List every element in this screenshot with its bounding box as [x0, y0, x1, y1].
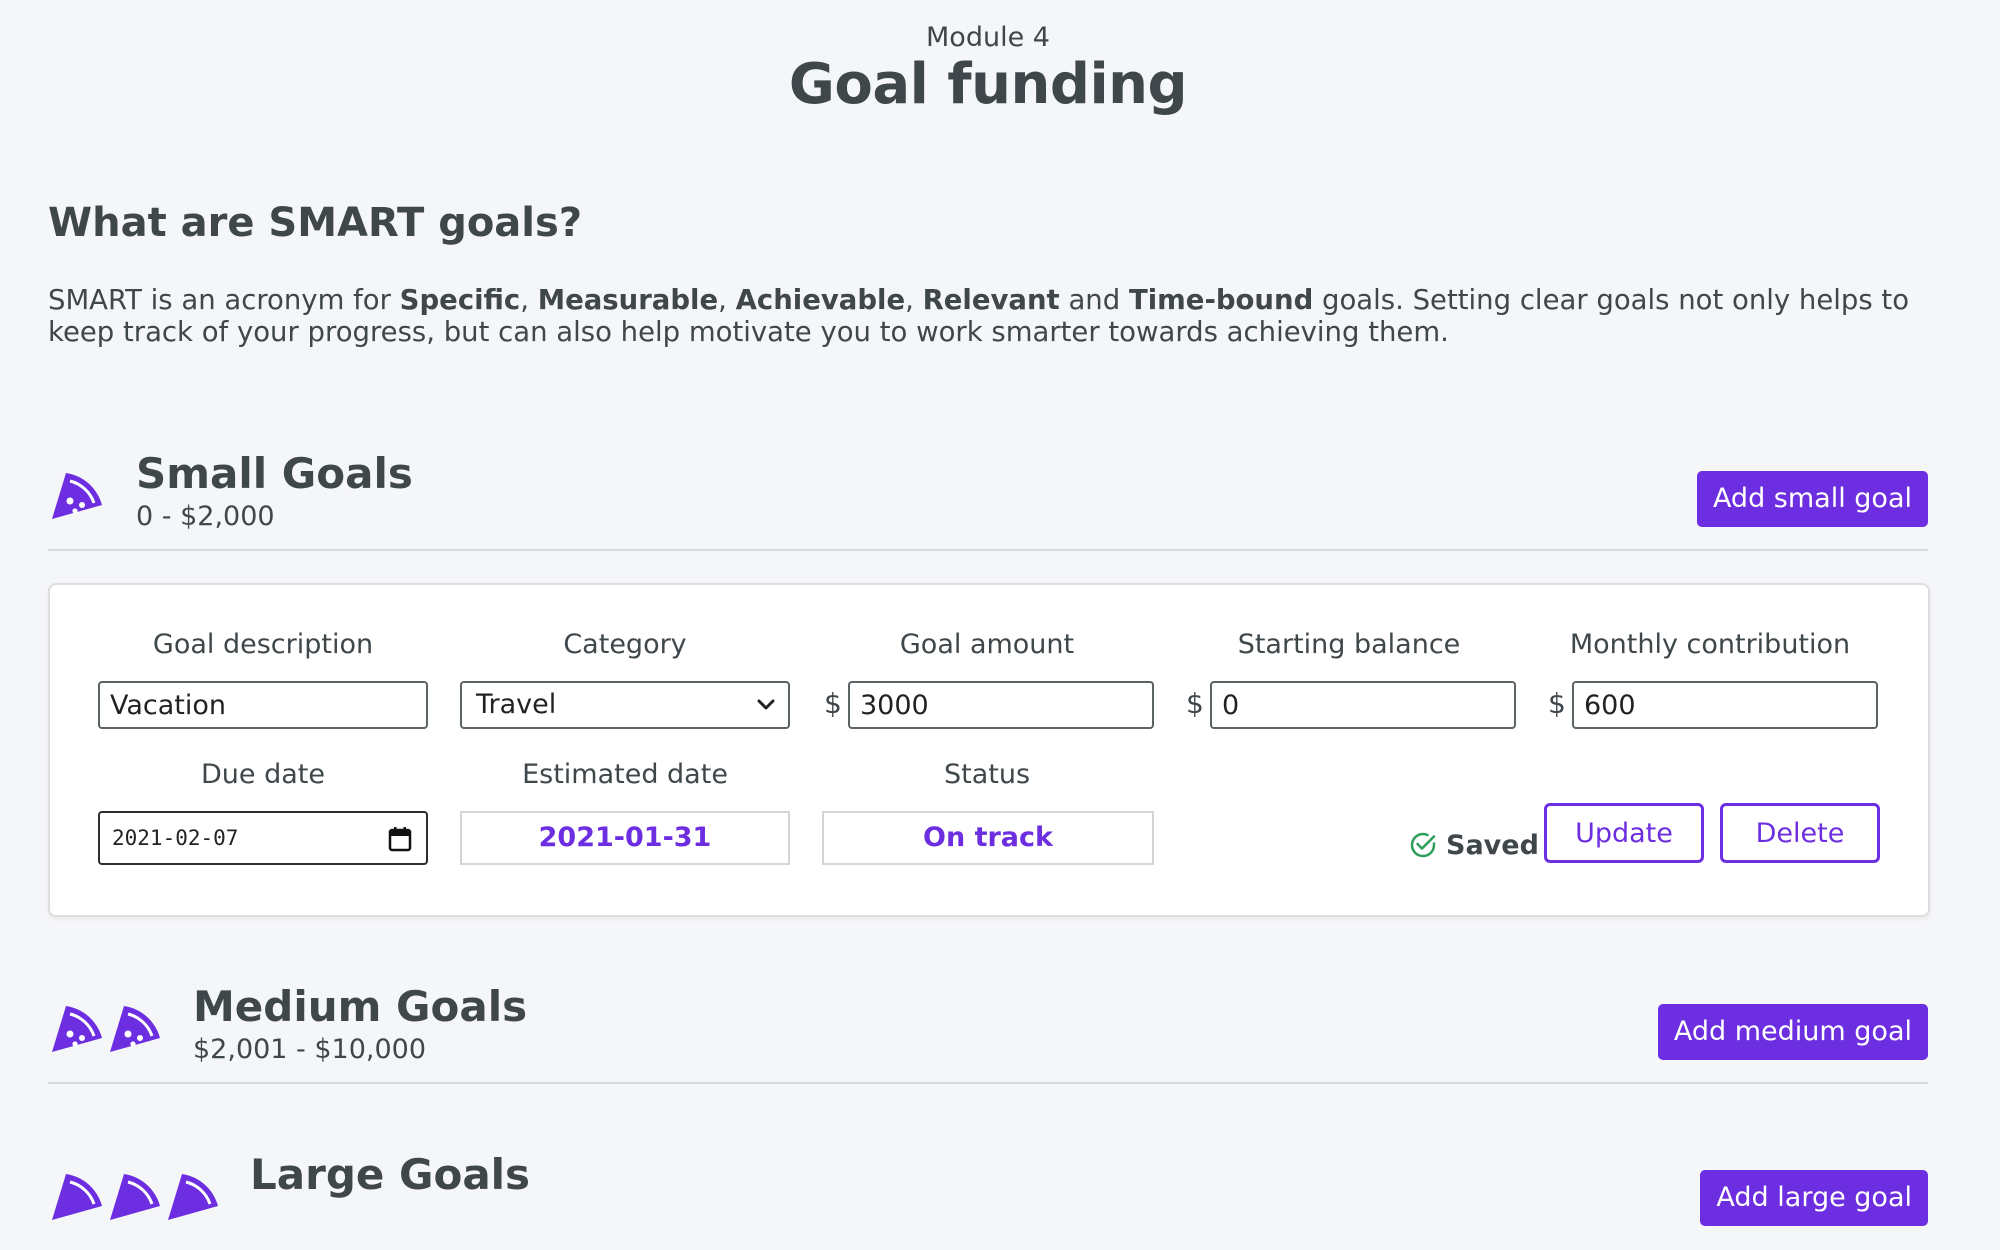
term-specific: Specific	[399, 284, 521, 316]
large-goals-title: Large Goals	[250, 1150, 531, 1199]
small-goals-section: Small Goals 0 - $2,000 Add small goal	[48, 449, 1928, 551]
update-button[interactable]: Update	[1544, 803, 1704, 863]
medium-goals-header: Medium Goals $2,001 - $10,000 Add medium…	[48, 982, 1928, 1084]
small-goals-title: Small Goals	[136, 449, 413, 498]
term-time-bound: Time-bound	[1128, 284, 1314, 316]
goal-description-input[interactable]	[98, 681, 428, 729]
large-goals-section: Large Goals Add large goal	[48, 1150, 1928, 1250]
add-medium-goal-button[interactable]: Add medium goal	[1657, 1004, 1928, 1060]
starting-balance-currency: $	[1186, 687, 1204, 720]
due-date-value: 2021-02-07	[112, 826, 239, 850]
medium-goals-icons	[48, 998, 164, 1056]
estimated-date-value: 2021-01-31	[460, 811, 790, 865]
small-goals-range: 0 - $2,000	[136, 501, 275, 532]
page-title: Goal funding	[788, 52, 1188, 117]
intro-and: and	[1059, 284, 1129, 316]
status-label: Status	[943, 759, 1031, 790]
goal-description-label: Goal description	[152, 629, 374, 660]
check-circle-icon	[1410, 832, 1436, 858]
small-goals-header: Small Goals 0 - $2,000 Add small goal	[48, 449, 1928, 551]
category-label: Category	[563, 629, 687, 660]
goal-amount-label: Goal amount	[899, 629, 1075, 660]
due-date-input[interactable]: 2021-02-07	[98, 811, 428, 865]
saved-label: Saved	[1446, 829, 1539, 861]
status-value: On track	[822, 811, 1154, 865]
pizza-slice-icon	[110, 1006, 160, 1052]
due-date-label: Due date	[201, 759, 325, 790]
large-goals-header: Large Goals Add large goal	[48, 1150, 1928, 1250]
intro-sep: ,	[718, 284, 736, 316]
add-large-goal-button[interactable]: Add large goal	[1700, 1170, 1928, 1226]
small-goals-icons	[48, 465, 106, 523]
saved-indicator: Saved	[1408, 815, 1539, 875]
category-selected-value: Travel	[476, 689, 557, 720]
intro-sep: ,	[520, 284, 538, 316]
medium-goals-title: Medium Goals	[193, 982, 528, 1031]
chevron-down-icon	[757, 699, 775, 710]
starting-balance-input[interactable]	[1210, 681, 1516, 729]
term-measurable: Measurable	[537, 284, 719, 316]
term-achievable: Achievable	[735, 284, 906, 316]
pizza-slice-icon	[110, 1174, 160, 1220]
pizza-slice-icon	[52, 1006, 102, 1052]
starting-balance-label: Starting balance	[1237, 629, 1461, 660]
large-goals-icons	[48, 1166, 222, 1224]
monthly-contribution-input[interactable]	[1572, 681, 1878, 729]
monthly-contribution-label: Monthly contribution	[1569, 629, 1851, 660]
goal-amount-currency: $	[824, 687, 842, 720]
intro-sep: ,	[905, 284, 923, 316]
pizza-slice-icon	[168, 1174, 218, 1220]
monthly-contribution-currency: $	[1548, 687, 1566, 720]
pizza-slice-icon	[52, 473, 102, 519]
goal-card: Goal description Category Goal amount St…	[48, 583, 1930, 917]
pizza-slice-icon	[52, 1174, 102, 1220]
delete-button[interactable]: Delete	[1720, 803, 1880, 863]
calendar-icon[interactable]	[388, 826, 412, 852]
estimated-date-label: Estimated date	[522, 759, 728, 790]
smart-intro: SMART is an acronym for Specific, Measur…	[48, 284, 1928, 348]
medium-goals-range: $2,001 - $10,000	[193, 1034, 427, 1065]
category-select[interactable]: Travel	[460, 681, 790, 729]
intro-text: SMART is an acronym for	[48, 284, 400, 316]
add-small-goal-button[interactable]: Add small goal	[1696, 471, 1928, 527]
smart-heading: What are SMART goals?	[48, 200, 583, 246]
goal-amount-input[interactable]	[848, 681, 1154, 729]
term-relevant: Relevant	[922, 284, 1060, 316]
medium-goals-section: Medium Goals $2,001 - $10,000 Add medium…	[48, 982, 1928, 1084]
module-label: Module 4	[926, 22, 1050, 53]
